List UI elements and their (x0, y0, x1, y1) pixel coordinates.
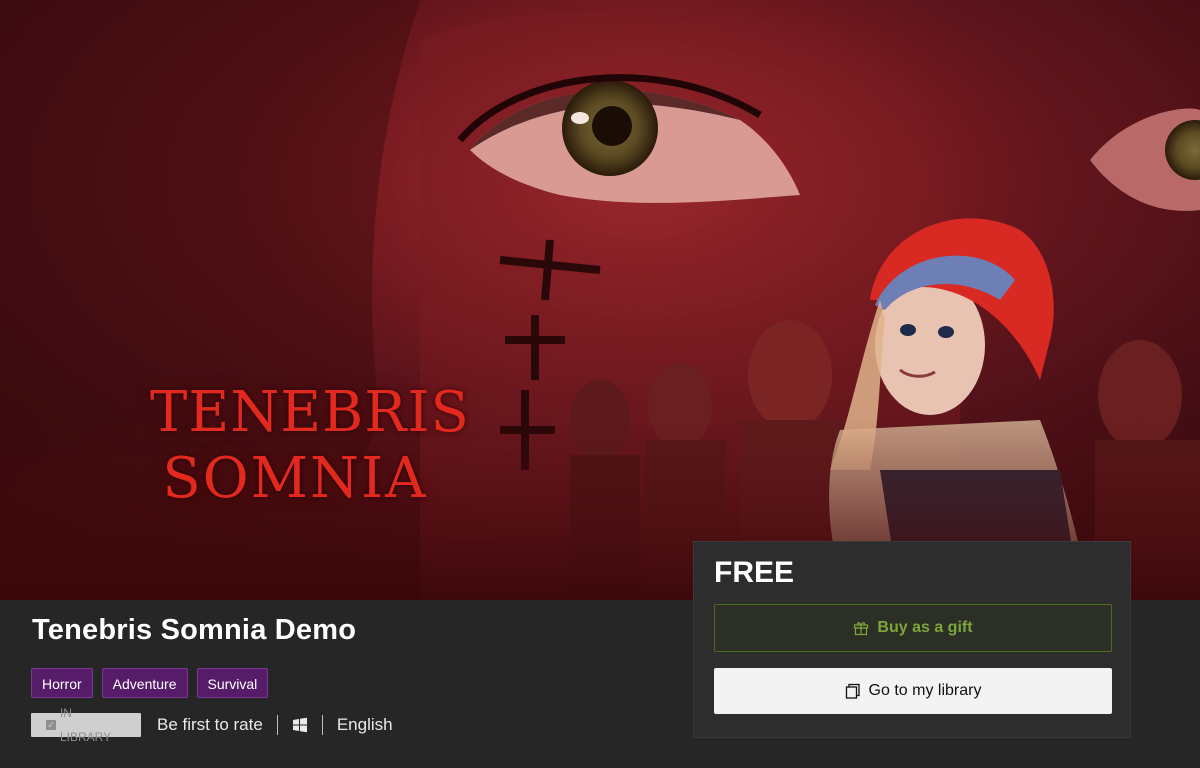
game-logo-line2: SOMNIA (162, 446, 428, 511)
rating-link[interactable]: Be first to rate (157, 715, 263, 735)
windows-icon (292, 717, 307, 733)
tag-horror[interactable]: Horror (31, 668, 93, 698)
in-library-label: IN LIBRARY (59, 706, 112, 744)
go-to-library-button[interactable]: Go to my library (714, 668, 1112, 714)
tag-list: Horror Adventure Survival (31, 668, 269, 698)
checkmark-icon: ✓ (46, 720, 56, 730)
tag-survival[interactable]: Survival (196, 668, 269, 698)
copy-icon (845, 683, 860, 699)
language-label: English (336, 715, 393, 734)
tag-adventure[interactable]: Adventure (101, 668, 188, 698)
go-to-library-label: Go to my library (868, 682, 982, 699)
buy-as-gift-label: Buy as a gift (877, 619, 973, 636)
gift-icon (854, 622, 869, 636)
game-title: Tenebris Somnia Demo (32, 614, 357, 646)
price-label: FREE (714, 556, 795, 589)
divider (321, 715, 323, 735)
divider (276, 715, 278, 735)
game-meta: ✓ IN LIBRARY Be first to rate English (31, 706, 393, 744)
in-library-badge: ✓ IN LIBRARY (31, 706, 141, 744)
buy-as-gift-button[interactable]: Buy as a gift (714, 604, 1112, 652)
purchase-box: FREE Buy as a gift Go to my library (693, 541, 1131, 738)
hero-banner: TENEBRIS SOMNIA (0, 0, 1200, 600)
game-logo-line1: TENEBRIS (150, 380, 470, 445)
game-logo: TENEBRIS SOMNIA (150, 380, 470, 511)
